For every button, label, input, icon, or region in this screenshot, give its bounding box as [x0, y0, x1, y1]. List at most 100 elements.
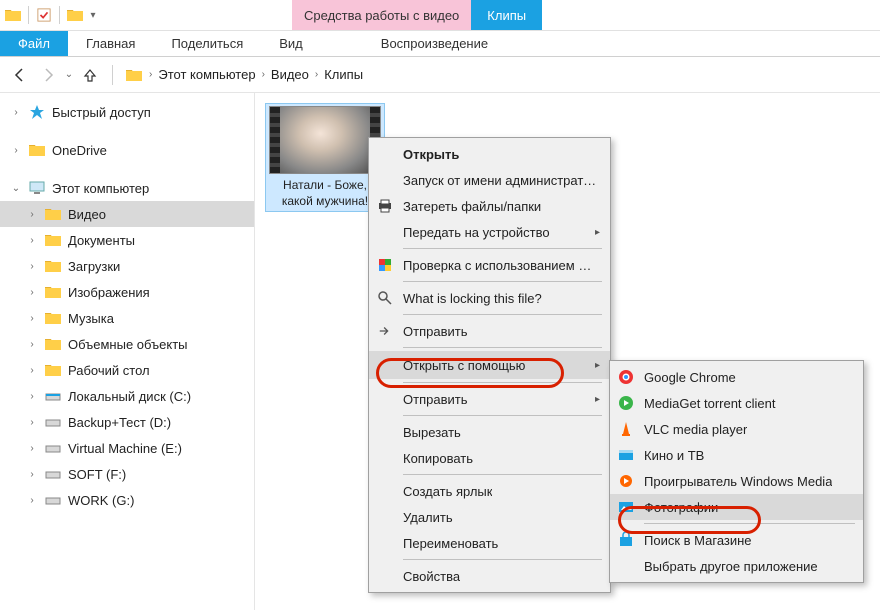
ctx-cast[interactable]: Передать на устройство▸ [369, 219, 610, 245]
ctx-copy[interactable]: Копировать [369, 445, 610, 471]
chevron-right-icon[interactable]: › [26, 209, 38, 220]
ctx-open[interactable]: Открыть [369, 141, 610, 167]
tree-desktop[interactable]: › Рабочий стол [0, 357, 254, 383]
ctx-open-with[interactable]: Открыть с помощью▸ [369, 351, 610, 379]
tree-3d-objects[interactable]: › Объемные объекты [0, 331, 254, 357]
openwith-mediaget[interactable]: MediaGet torrent client [610, 390, 863, 416]
qat-folder-icon[interactable] [66, 6, 84, 24]
chevron-right-icon[interactable]: › [26, 365, 38, 376]
chevron-right-icon[interactable]: › [26, 391, 38, 402]
up-button[interactable] [76, 61, 104, 89]
folder-icon [44, 309, 62, 327]
qat-properties-icon[interactable] [35, 6, 53, 24]
ctx-rename[interactable]: Переименовать [369, 530, 610, 556]
openwith-photos[interactable]: Фотографии [610, 494, 863, 520]
chevron-right-icon[interactable]: › [26, 443, 38, 454]
tab-view[interactable]: Вид [261, 31, 321, 56]
crumb-this-pc[interactable]: Этот компьютер [158, 67, 255, 82]
chevron-right-icon[interactable]: › [26, 287, 38, 298]
tree-documents[interactable]: › Документы [0, 227, 254, 253]
chevron-right-icon[interactable]: › [149, 69, 152, 80]
ctx-properties[interactable]: Свойства [369, 563, 610, 589]
ctx-label: Кино и ТВ [644, 448, 704, 463]
tab-playback[interactable]: Воспроизведение [363, 31, 506, 56]
crumb-videos[interactable]: Видео [271, 67, 309, 82]
ctx-label: What is locking this file? [403, 291, 542, 306]
ctx-label: Передать на устройство [403, 225, 550, 240]
tab-view-label: Вид [279, 36, 303, 51]
tree-drive-g[interactable]: › WORK (G:) [0, 487, 254, 513]
openwith-vlc[interactable]: VLC media player [610, 416, 863, 442]
folder-icon [125, 66, 143, 84]
tree-label: WORK (G:) [68, 493, 134, 508]
tab-file[interactable]: Файл [0, 31, 68, 56]
separator [403, 281, 602, 282]
tree-drive-f[interactable]: › SOFT (F:) [0, 461, 254, 487]
ctx-label: MediaGet torrent client [644, 396, 776, 411]
ctx-label: Фотографии [644, 500, 718, 515]
history-dropdown[interactable]: ⌄ [62, 61, 76, 89]
tree-downloads[interactable]: › Загрузки [0, 253, 254, 279]
contextual-tab-header: Средства работы с видео [292, 0, 471, 30]
tree-quick-access[interactable]: › Быстрый доступ [0, 99, 254, 125]
tree-videos[interactable]: › Видео [0, 201, 254, 227]
ctx-label: Проигрыватель Windows Media [644, 474, 832, 489]
folder-icon [44, 283, 62, 301]
ctx-delete[interactable]: Удалить [369, 504, 610, 530]
tree-this-pc[interactable]: ⌄ Этот компьютер [0, 175, 254, 201]
tree-drive-c[interactable]: › Локальный диск (C:) [0, 383, 254, 409]
navigation-bar: ⌄ › Этот компьютер › Видео › Клипы [0, 57, 880, 93]
chevron-right-icon[interactable]: › [26, 417, 38, 428]
ctx-label: Отправить [403, 392, 467, 407]
tree-label: Virtual Machine (E:) [68, 441, 182, 456]
forward-button[interactable] [34, 61, 62, 89]
crumb-folder[interactable]: Клипы [324, 67, 363, 82]
openwith-chrome[interactable]: Google Chrome [610, 364, 863, 390]
chevron-right-icon[interactable]: › [10, 107, 22, 118]
file-name: Натали - Боже, какой мужчина! [268, 178, 382, 209]
ctx-send-to[interactable]: Отправить [369, 318, 610, 344]
breadcrumb[interactable]: › Этот компьютер › Видео › Клипы [125, 66, 363, 84]
ctx-defender[interactable]: Проверка с использованием Windows Defend… [369, 252, 610, 278]
tab-share[interactable]: Поделиться [153, 31, 261, 56]
openwith-movies-tv[interactable]: Кино и ТВ [610, 442, 863, 468]
search-icon [375, 288, 395, 308]
tree-drive-e[interactable]: › Virtual Machine (E:) [0, 435, 254, 461]
chevron-right-icon[interactable]: › [26, 313, 38, 324]
ctx-label: Открыть с помощью [403, 358, 525, 373]
chevron-right-icon: ▸ [595, 394, 600, 405]
ctx-send[interactable]: Отправить ▸ [369, 386, 610, 412]
tree-music[interactable]: › Музыка [0, 305, 254, 331]
chevron-right-icon[interactable]: › [26, 261, 38, 272]
ctx-cut[interactable]: Вырезать [369, 419, 610, 445]
ctx-shred[interactable]: Затереть файлы/папки [369, 193, 610, 219]
separator [403, 382, 602, 383]
chevron-down-icon[interactable]: ⌄ [10, 183, 22, 194]
drive-icon [44, 491, 62, 509]
chevron-right-icon[interactable]: › [315, 69, 318, 80]
tree-drive-d[interactable]: › Backup+Тест (D:) [0, 409, 254, 435]
tab-home[interactable]: Главная [68, 31, 153, 56]
chevron-right-icon[interactable]: › [26, 235, 38, 246]
separator [28, 6, 29, 24]
qat-dropdown-icon[interactable]: ▾ [88, 6, 98, 24]
chevron-right-icon[interactable]: › [26, 339, 38, 350]
folder-icon [4, 6, 22, 24]
openwith-wmp[interactable]: Проигрыватель Windows Media [610, 468, 863, 494]
openwith-store[interactable]: Поиск в Магазине [610, 527, 863, 553]
ctx-run-as-admin[interactable]: Запуск от имени администратора [369, 167, 610, 193]
tree-label: Рабочий стол [68, 363, 150, 378]
tree-pictures[interactable]: › Изображения [0, 279, 254, 305]
back-button[interactable] [6, 61, 34, 89]
drive-icon [44, 439, 62, 457]
chevron-right-icon[interactable]: › [26, 495, 38, 506]
chevron-right-icon[interactable]: › [10, 145, 22, 156]
separator [644, 523, 855, 524]
tree-onedrive[interactable]: › OneDrive [0, 137, 254, 163]
chevron-right-icon[interactable]: › [26, 469, 38, 480]
ctx-locking[interactable]: What is locking this file? [369, 285, 610, 311]
openwith-choose[interactable]: Выбрать другое приложение [610, 553, 863, 579]
ctx-shortcut[interactable]: Создать ярлык [369, 478, 610, 504]
file-item[interactable]: Натали - Боже, какой мужчина! [265, 103, 385, 212]
chevron-right-icon[interactable]: › [262, 69, 265, 80]
